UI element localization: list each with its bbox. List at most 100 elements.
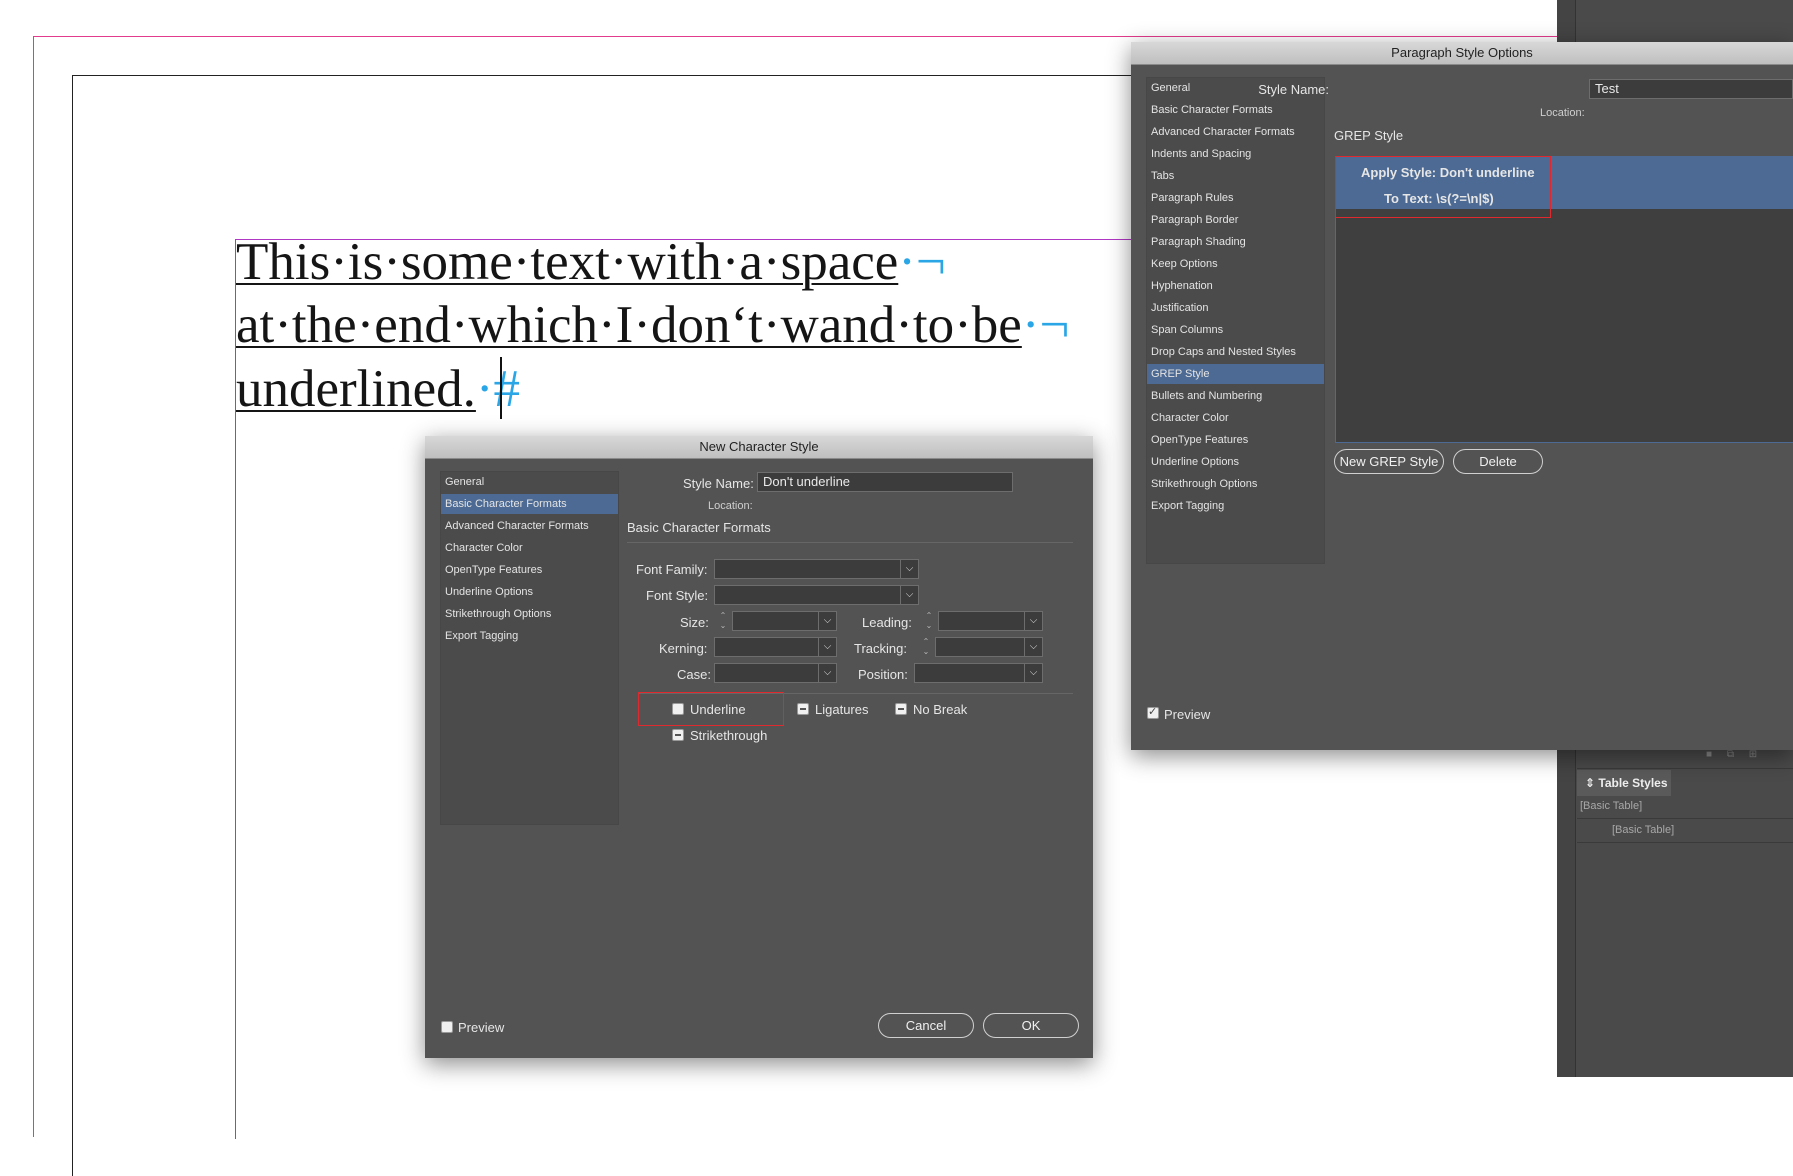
text-line-content: at·the·end·which·I·don‘t·wand·to·be [236, 296, 1022, 354]
font-family-label: Font Family: [636, 562, 708, 577]
style-name-label: Style Name: [683, 476, 754, 491]
character-sidebar: General Basic Character Formats Advanced… [440, 471, 619, 825]
sidebar-item-general[interactable]: General [441, 472, 618, 492]
dialog-title: New Character Style [425, 436, 1093, 459]
forced-line-break-mark: ·¬ [898, 233, 946, 291]
chevron-down-icon: ⌵ [900, 586, 918, 604]
preview-label: Preview [458, 1020, 505, 1035]
leading-dropdown[interactable]: ⌵ [938, 611, 1043, 631]
sidebar-item-drop-caps[interactable]: Drop Caps and Nested Styles [1147, 342, 1324, 362]
chevron-down-icon: ⌵ [818, 664, 836, 682]
sidebar-item-export-tagging[interactable]: Export Tagging [441, 626, 618, 646]
strikethrough-label: Strikethrough [690, 728, 768, 743]
new-character-style-dialog: New Character Style General Basic Charac… [425, 436, 1093, 1058]
sidebar-item-character-color[interactable]: Character Color [1147, 408, 1324, 428]
panel-divider [1577, 768, 1793, 769]
style-name-input[interactable]: Don't underline [757, 472, 1013, 492]
size-label: Size: [680, 615, 709, 630]
font-style-dropdown[interactable]: ⌵ [714, 585, 919, 605]
sidebar-item-paragraph-border[interactable]: Paragraph Border [1147, 210, 1324, 230]
tracking-dropdown[interactable]: ⌵ [935, 637, 1043, 657]
text-line-1[interactable]: This·is·some·text·with·a·space·¬ [236, 232, 946, 292]
sidebar-item-span-columns[interactable]: Span Columns [1147, 320, 1324, 340]
chevron-down-icon: ⌵ [1024, 664, 1042, 682]
chevron-down-icon: ⌵ [1024, 638, 1042, 656]
table-styles-tab-label: Table Styles [1598, 776, 1668, 790]
sidebar-item-basic-character-formats[interactable]: Basic Character Formats [1147, 100, 1324, 120]
text-line-content: underlined. [236, 360, 476, 418]
case-label: Case: [677, 667, 711, 682]
forced-line-break-mark: ·¬ [1021, 296, 1070, 354]
sidebar-item-paragraph-rules[interactable]: Paragraph Rules [1147, 188, 1324, 208]
ok-button[interactable]: OK [983, 1013, 1079, 1038]
text-line-3[interactable]: underlined.·# [236, 359, 520, 419]
sidebar-item-character-color[interactable]: Character Color [441, 538, 618, 558]
sidebar-item-strikethrough-options[interactable]: Strikethrough Options [441, 604, 618, 624]
sidebar-item-underline-options[interactable]: Underline Options [1147, 452, 1324, 472]
text-line-2[interactable]: at·the·end·which·I·don‘t·wand·to·be·¬ [236, 295, 1069, 355]
sidebar-item-advanced-character-formats[interactable]: Advanced Character Formats [1147, 122, 1324, 142]
sidebar-item-tabs[interactable]: Tabs [1147, 166, 1324, 186]
tracking-label: Tracking: [854, 641, 907, 656]
sidebar-item-export-tagging[interactable]: Export Tagging [1147, 496, 1324, 516]
sidebar-item-indents-spacing[interactable]: Indents and Spacing [1147, 144, 1324, 164]
preview-label: Preview [1164, 707, 1211, 722]
strikethrough-checkbox[interactable] [672, 729, 684, 741]
dialog-title: Paragraph Style Options [1131, 42, 1793, 65]
new-grep-style-button[interactable]: New GREP Style [1334, 449, 1444, 474]
size-dropdown[interactable]: ⌵ [732, 611, 837, 631]
table-style-default[interactable]: [Basic Table] [1580, 800, 1642, 812]
tracking-stepper-icon[interactable]: ⌃ ⌄ [919, 637, 933, 657]
font-style-label: Font Style: [646, 588, 709, 603]
sidebar-item-basic-character-formats[interactable]: Basic Character Formats [441, 494, 618, 514]
highlight-grep-entry [1335, 156, 1551, 218]
chevron-down-icon: ⌵ [1024, 612, 1042, 630]
panel-divider [1577, 842, 1793, 843]
sidebar-item-grep-style[interactable]: GREP Style [1147, 364, 1324, 384]
size-stepper-icon[interactable]: ⌃ ⌄ [716, 611, 730, 631]
location-label: Location: [1540, 107, 1585, 119]
position-dropdown[interactable]: ⌵ [914, 663, 1043, 683]
style-name-input[interactable]: Test [1589, 79, 1793, 99]
sidebar-item-underline-options[interactable]: Underline Options [441, 582, 618, 602]
text-cursor [500, 357, 502, 419]
sidebar-item-bullets-numbering[interactable]: Bullets and Numbering [1147, 386, 1324, 406]
section-title: Basic Character Formats [627, 520, 771, 535]
sidebar-item-justification[interactable]: Justification [1147, 298, 1324, 318]
sort-arrows-icon: ⇕ [1585, 776, 1599, 790]
chevron-down-icon: ⌵ [818, 638, 836, 656]
leading-stepper-icon[interactable]: ⌃ ⌄ [922, 611, 936, 631]
end-of-story-mark: ·# [475, 360, 521, 418]
preview-checkbox[interactable] [1147, 705, 1159, 719]
delete-button[interactable]: Delete [1453, 449, 1543, 474]
paragraph-sidebar: General Basic Character Formats Advanced… [1146, 77, 1325, 564]
sidebar-item-paragraph-shading[interactable]: Paragraph Shading [1147, 232, 1324, 252]
case-dropdown[interactable]: ⌵ [714, 663, 837, 683]
paragraph-style-options-dialog: Paragraph Style Options General Basic Ch… [1131, 42, 1793, 750]
highlight-underline-option [638, 692, 784, 726]
nobreak-label: No Break [913, 702, 968, 717]
chevron-down-icon: ⌵ [818, 612, 836, 630]
section-divider [627, 542, 1073, 543]
table-styles-tab[interactable]: ⇕ Table Styles [1577, 770, 1671, 796]
nobreak-checkbox[interactable] [895, 703, 907, 715]
kerning-label: Kerning: [659, 641, 708, 656]
preview-checkbox[interactable] [441, 1021, 453, 1033]
cancel-button[interactable]: Cancel [878, 1013, 974, 1038]
panel-divider [1577, 818, 1793, 819]
section-title: GREP Style [1334, 128, 1404, 143]
sidebar-item-opentype-features[interactable]: OpenType Features [1147, 430, 1324, 450]
ligatures-checkbox[interactable] [797, 703, 809, 715]
kerning-dropdown[interactable]: ⌵ [714, 637, 837, 657]
sidebar-item-strikethrough-options[interactable]: Strikethrough Options [1147, 474, 1324, 494]
sidebar-item-keep-options[interactable]: Keep Options [1147, 254, 1324, 274]
style-name-label: Style Name: [1258, 82, 1329, 97]
sidebar-item-hyphenation[interactable]: Hyphenation [1147, 276, 1324, 296]
table-style-item[interactable]: [Basic Table] [1612, 824, 1674, 836]
sidebar-item-opentype-features[interactable]: OpenType Features [441, 560, 618, 580]
panel-footer-icons[interactable]: ■ ⧉ ⊞ [1706, 749, 1763, 760]
ligatures-label: Ligatures [815, 702, 869, 717]
font-family-dropdown[interactable]: ⌵ [714, 559, 919, 579]
text-line-content: This·is·some·text·with·a·space [236, 233, 899, 291]
sidebar-item-advanced-character-formats[interactable]: Advanced Character Formats [441, 516, 618, 536]
